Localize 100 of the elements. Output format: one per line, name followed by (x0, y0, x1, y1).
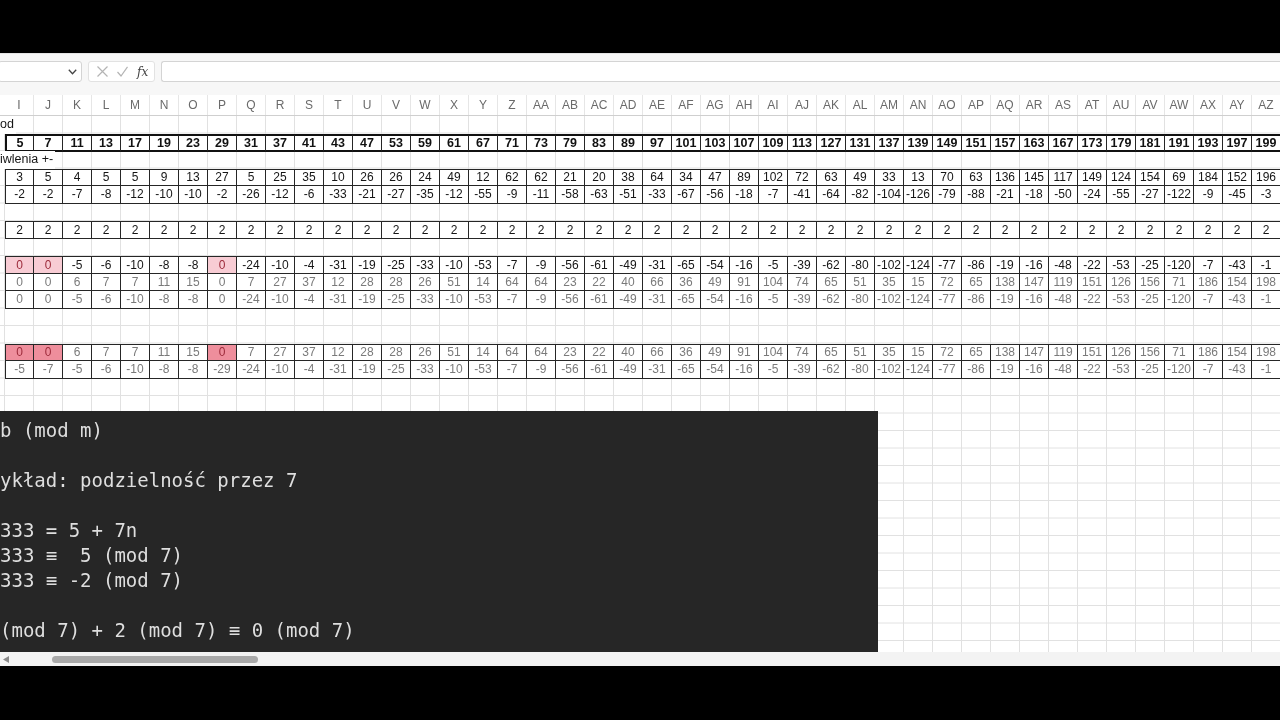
formula-input[interactable] (161, 61, 1280, 82)
table-cell: 15 (179, 343, 208, 361)
column-header[interactable]: Z (498, 95, 527, 115)
table-cell: 9 (150, 168, 179, 186)
column-header[interactable]: AX (1194, 95, 1223, 115)
column-header[interactable]: AR (1020, 95, 1049, 115)
table-cell: -25 (382, 256, 411, 274)
table-cell: -124 (904, 361, 933, 379)
column-header[interactable]: AJ (788, 95, 817, 115)
column-header[interactable]: AB (556, 95, 585, 115)
column-header[interactable]: N (150, 95, 179, 115)
column-header[interactable]: L (92, 95, 121, 115)
column-header[interactable]: AZ (1252, 95, 1280, 115)
column-header[interactable]: AS (1049, 95, 1078, 115)
table-cell: -21 (353, 186, 382, 204)
column-header[interactable]: AY (1223, 95, 1252, 115)
table-cell: 34 (672, 168, 701, 186)
column-header[interactable]: J (34, 95, 63, 115)
insert-function-button[interactable]: fx (137, 64, 149, 79)
column-header[interactable]: V (382, 95, 411, 115)
table-cell: 119 (1049, 343, 1078, 361)
table-cell: -10 (266, 361, 295, 379)
chevron-down-icon[interactable] (68, 68, 77, 75)
column-header[interactable]: AT (1078, 95, 1107, 115)
table-cell: -80 (846, 361, 875, 379)
cancel-icon[interactable] (97, 66, 108, 77)
table-cell: -6 (92, 361, 121, 379)
column-header[interactable]: AG (701, 95, 730, 115)
table-cell: 7 (237, 343, 266, 361)
table-cell: 198 (1252, 343, 1280, 361)
table-cell: 2 (469, 221, 498, 239)
column-header[interactable]: W (411, 95, 440, 115)
table-cell: -8 (179, 256, 208, 274)
table-cell: -31 (643, 361, 672, 379)
table-cell: 2 (527, 221, 556, 239)
column-header[interactable]: T (324, 95, 353, 115)
column-header[interactable]: AO (933, 95, 962, 115)
column-header[interactable]: AH (730, 95, 759, 115)
column-header[interactable]: AP (962, 95, 991, 115)
column-header[interactable]: AV (1136, 95, 1165, 115)
table-cell: 154 (1223, 343, 1252, 361)
column-header[interactable]: AC (585, 95, 614, 115)
column-header[interactable]: AN (904, 95, 933, 115)
column-header[interactable]: X (440, 95, 469, 115)
table-cell: 0 (5, 256, 34, 274)
column-header[interactable]: AQ (991, 95, 1020, 115)
table-cell: 163 (1020, 133, 1049, 152)
column-header[interactable]: AD (614, 95, 643, 115)
column-header[interactable]: AK (817, 95, 846, 115)
table-cell: 2 (730, 221, 759, 239)
column-header[interactable]: I (5, 95, 34, 115)
table-cell: -5 (5, 361, 34, 379)
column-header[interactable]: R (266, 95, 295, 115)
table-cell: -104 (875, 186, 904, 204)
table-cell: 59 (411, 133, 440, 152)
check-icon[interactable] (117, 66, 128, 77)
table-cell: 124 (1107, 168, 1136, 186)
scrollbar-thumb[interactable] (52, 655, 258, 663)
table-cell: 0 (208, 256, 237, 274)
table-cell: 147 (1020, 343, 1049, 361)
table-cell: 2 (237, 221, 266, 239)
table-cell: 113 (788, 133, 817, 152)
table-cell: 2 (208, 221, 237, 239)
table-cell: -12 (121, 186, 150, 204)
table-cell: 186 (1194, 343, 1223, 361)
table-cell: -12 (266, 186, 295, 204)
table-cell: -31 (324, 361, 353, 379)
column-header[interactable]: AF (672, 95, 701, 115)
table-cell: 49 (701, 343, 730, 361)
column-header[interactable]: AU (1107, 95, 1136, 115)
table-cell: -10 (266, 291, 295, 309)
column-header[interactable]: AL (846, 95, 875, 115)
table-cell: 7 (92, 343, 121, 361)
table-cell: 0 (34, 256, 63, 274)
table-cell: -61 (585, 361, 614, 379)
table-cell: -11 (527, 186, 556, 204)
table-cell: -7 (498, 291, 527, 309)
column-header[interactable]: K (63, 95, 92, 115)
caret-left-icon[interactable] (3, 655, 9, 663)
column-header[interactable]: AI (759, 95, 788, 115)
column-header[interactable]: P (208, 95, 237, 115)
column-header[interactable]: S (295, 95, 324, 115)
column-header[interactable]: AW (1165, 95, 1194, 115)
table-cell: -82 (846, 186, 875, 204)
table-cell: 71 (498, 133, 527, 152)
column-header[interactable]: AM (875, 95, 904, 115)
table-cell: -31 (324, 291, 353, 309)
column-header[interactable]: AA (527, 95, 556, 115)
column-header[interactable]: U (353, 95, 382, 115)
column-header[interactable]: Y (469, 95, 498, 115)
column-header[interactable]: AE (643, 95, 672, 115)
table-cell: 37 (295, 343, 324, 361)
table-cell: 139 (904, 133, 933, 152)
table-cell: -55 (1107, 186, 1136, 204)
column-header[interactable]: O (179, 95, 208, 115)
table-cell: 61 (440, 133, 469, 152)
column-header[interactable]: M (121, 95, 150, 115)
table-cell: 157 (991, 133, 1020, 152)
table-cell: -5 (63, 291, 92, 309)
column-header[interactable]: Q (237, 95, 266, 115)
